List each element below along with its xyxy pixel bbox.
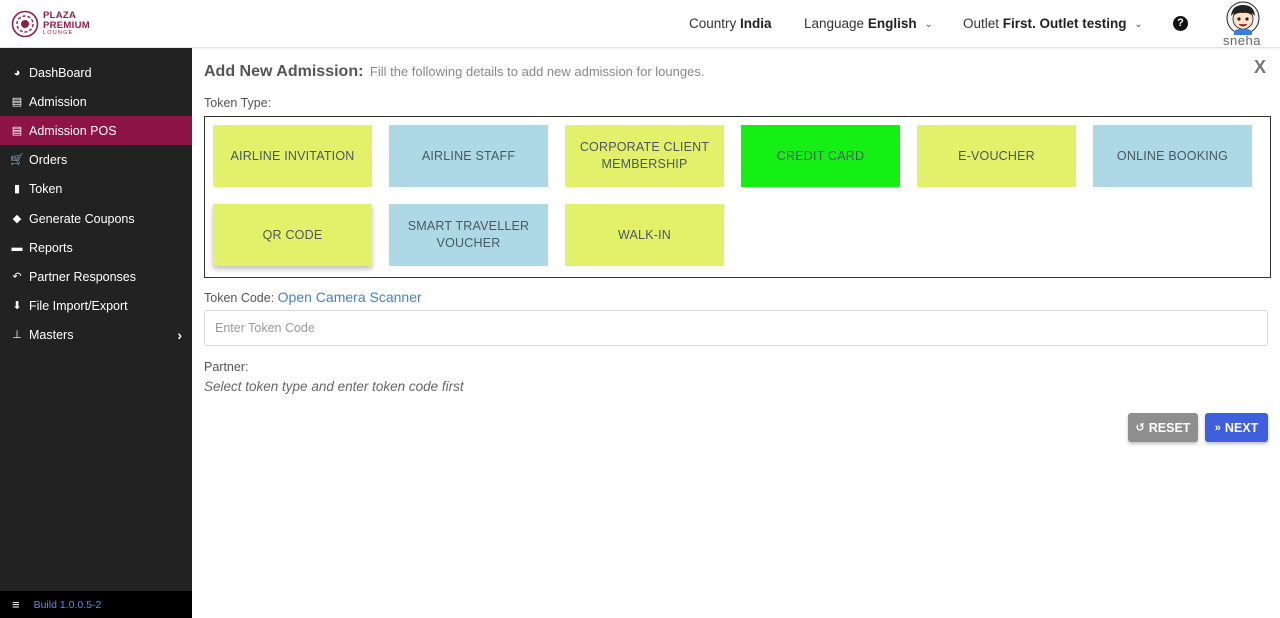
download-icon: ⬇ <box>12 300 22 312</box>
menu-toggle-icon[interactable]: ≡ <box>12 597 20 612</box>
sidebar-item-label: Admission POS <box>29 123 117 138</box>
tag-icon: ◆ <box>12 213 22 225</box>
reply-icon: ↶ <box>12 271 22 283</box>
sidebar-item-admission-pos[interactable]: ▤ Admission POS <box>0 116 192 145</box>
token-code-input[interactable] <box>204 310 1268 346</box>
id-card-icon: ▤ <box>11 125 23 137</box>
sidebar-item-masters[interactable]: ⊥ Masters › <box>0 320 192 349</box>
language-value: English <box>867 16 917 31</box>
dashboard-icon: ◕ <box>13 66 21 79</box>
logo-line-2: PREMIUM <box>43 19 90 31</box>
token-type-label-text: AIRLINE STAFF <box>421 148 516 163</box>
token-type-online-booking[interactable]: ONLINE BOOKING <box>1093 125 1252 187</box>
main-content: Add New Admission: Fill the following de… <box>192 48 1280 618</box>
token-type-airline-staff[interactable]: AIRLINE STAFF <box>389 125 548 187</box>
reset-button-label: RESET <box>1148 420 1191 435</box>
sidebar-item-dashboard[interactable]: ◕ DashBoard <box>0 58 192 87</box>
sidebar-footer: ≡ Build 1.0.0.5-2 <box>0 591 192 618</box>
sidebar-item-generate-coupons[interactable]: ◆ Generate Coupons <box>0 204 192 233</box>
outlet-label: Outlet <box>963 16 1000 31</box>
sidebar-item-label: File Import/Export <box>29 298 128 313</box>
sidebar-item-file-import-export[interactable]: ⬇ File Import/Export <box>0 291 192 320</box>
top-bar: PLAZA PREMIUM LOUNGE Country India Langu… <box>0 0 1280 48</box>
sidebar-item-reports[interactable]: ▬ Reports <box>0 233 192 262</box>
logo-text: PLAZA PREMIUM LOUNGE <box>43 11 90 37</box>
country-value: India <box>740 16 772 31</box>
token-type-airline-invitation[interactable]: AIRLINE INVITATION <box>213 125 372 187</box>
sidebar-item-partner-responses[interactable]: ↶ Partner Responses <box>0 262 192 291</box>
sitemap-icon: ⊥ <box>12 329 22 341</box>
sidebar-item-label: Masters <box>29 327 74 342</box>
history-icon: ↺ <box>1135 422 1145 434</box>
sidebar-item-label: Orders <box>29 152 68 167</box>
open-camera-scanner-link[interactable]: Open Camera Scanner <box>278 289 422 305</box>
double-chevron-right-icon: » <box>1214 421 1221 434</box>
language-dropdown[interactable]: Language English ⌄ <box>804 16 933 31</box>
book-icon: ▬ <box>11 241 23 254</box>
token-type-e-voucher[interactable]: E-VOUCHER <box>917 125 1076 187</box>
outlet-value: First. Outlet testing <box>1002 16 1127 31</box>
sidebar-item-label: Partner Responses <box>29 269 137 284</box>
token-type-grid: AIRLINE INVITATION AIRLINE STAFF CORPORA… <box>204 116 1271 278</box>
outlet-dropdown[interactable]: Outlet First. Outlet testing ⌄ <box>963 16 1143 31</box>
build-version: Build 1.0.0.5-2 <box>33 598 102 611</box>
chevron-right-icon: › <box>177 327 182 343</box>
page-title: Add New Admission: Fill the following de… <box>204 63 704 81</box>
country-selector[interactable]: Country India <box>689 16 772 31</box>
token-type-label-text: WALK-IN <box>617 227 672 242</box>
cart-icon: 🛒 <box>10 154 24 166</box>
help-icon[interactable]: ? <box>1173 16 1188 31</box>
logo-line-3: LOUNGE <box>43 30 74 37</box>
token-type-label-text: ONLINE BOOKING <box>1116 148 1229 163</box>
page-title-text: Add New Admission: <box>204 63 364 80</box>
token-type-label-text: QR CODE <box>262 227 323 242</box>
sidebar: ◕ DashBoard ▤ Admission ▤ Admission POS … <box>0 48 192 618</box>
chevron-down-icon: ⌄ <box>1134 19 1143 30</box>
user-name[interactable]: sneha <box>1223 33 1261 48</box>
token-code-label: Token Code: <box>204 291 275 305</box>
logo-mark-icon <box>11 10 39 38</box>
logo[interactable]: PLAZA PREMIUM LOUNGE <box>11 10 90 38</box>
sidebar-item-orders[interactable]: 🛒 Orders <box>0 145 192 174</box>
sidebar-item-admission[interactable]: ▤ Admission <box>0 87 192 116</box>
sidebar-item-token[interactable]: ▮ Token <box>0 174 192 203</box>
sidebar-item-label: DashBoard <box>29 65 92 80</box>
token-type-credit-card[interactable]: CREDIT CARD <box>741 125 900 187</box>
token-type-smart-traveller-voucher[interactable]: SMART TRAVELLER VOUCHER <box>389 204 548 266</box>
token-type-label-text: SMART TRAVELLER VOUCHER <box>407 219 530 250</box>
token-type-label: Token Type: <box>204 96 272 110</box>
language-label: Language <box>804 16 865 31</box>
sidebar-item-label: Admission <box>29 94 87 109</box>
token-type-label-text: CREDIT CARD <box>776 148 865 163</box>
page-subtitle: Fill the following details to add new ad… <box>369 64 705 79</box>
token-type-qr-code[interactable]: QR CODE <box>213 204 372 266</box>
next-button-label: NEXT <box>1224 420 1259 435</box>
partner-label: Partner: <box>204 360 249 374</box>
sidebar-item-label: Token <box>29 181 63 196</box>
chevron-down-icon: ⌄ <box>924 19 933 30</box>
sidebar-item-label: Generate Coupons <box>29 211 135 226</box>
close-icon[interactable]: X <box>1254 57 1266 78</box>
id-card-icon: ▤ <box>11 96 23 108</box>
country-label: Country <box>689 16 737 31</box>
reset-button[interactable]: ↺ RESET <box>1128 413 1198 442</box>
sidebar-item-label: Reports <box>29 240 73 255</box>
token-type-label-text: E-VOUCHER <box>958 148 1035 163</box>
token-type-walk-in[interactable]: WALK-IN <box>565 204 724 266</box>
next-button[interactable]: » NEXT <box>1205 413 1268 442</box>
token-code-row: Token Code: Open Camera Scanner <box>204 289 422 305</box>
token-type-corporate-client-membership[interactable]: CORPORATE CLIENT MEMBERSHIP <box>565 125 724 187</box>
file-icon: ▮ <box>13 183 21 195</box>
token-type-label-text: CORPORATE CLIENT MEMBERSHIP <box>579 140 710 171</box>
avatar[interactable] <box>1226 1 1260 35</box>
partner-note: Select token type and enter token code f… <box>204 379 464 394</box>
token-type-label-text: AIRLINE INVITATION <box>230 148 355 163</box>
